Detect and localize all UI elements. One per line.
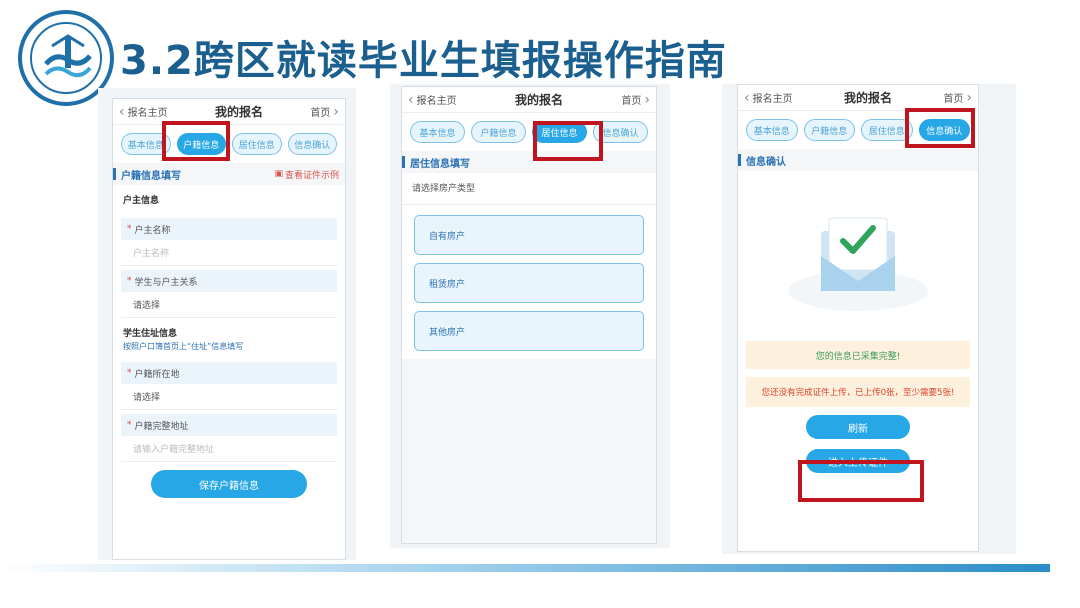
back-button[interactable]: ‹ 报名主页: [408, 91, 457, 108]
complete-message: 您的信息已采集完整!: [746, 341, 970, 369]
empty-area: [402, 359, 656, 543]
section-title: 户籍信息填写: [121, 170, 181, 182]
address-title: 学生住址信息: [123, 329, 178, 339]
highlight-box: [533, 121, 603, 161]
option-own-property[interactable]: 自有房产: [414, 215, 644, 255]
screen-household-info: ‹ 报名主页 我的报名 首页 › 基本信息 户籍信息 居住信息 信息确认 户籍信…: [112, 98, 346, 560]
sample-link-label: 查看证件示例: [284, 170, 339, 181]
field-label: * 户籍完整地址: [121, 414, 337, 436]
chevron-left-icon: ‹: [119, 103, 125, 120]
tab-household-info[interactable]: 户籍信息: [803, 119, 855, 141]
field-label: * 户主名称: [121, 218, 337, 240]
save-household-button[interactable]: 保存户籍信息: [151, 470, 307, 498]
back-button[interactable]: ‹ 报名主页: [744, 89, 793, 106]
property-type-prompt: 请选择房产类型: [402, 173, 656, 205]
screen-title: 我的报名: [214, 105, 263, 119]
household-location-select[interactable]: 请选择: [121, 384, 337, 410]
option-other-property[interactable]: 其他房产: [414, 311, 644, 351]
chevron-right-icon: ›: [333, 103, 339, 120]
highlight-box: [905, 108, 975, 148]
back-label: 报名主页: [127, 108, 168, 119]
home-label: 首页: [310, 108, 331, 119]
tab-bar: 基本信息 户籍信息 居住信息 信息确认: [402, 113, 656, 151]
address-note: 按照户口簿首页上“住址”信息填写: [123, 342, 244, 351]
home-button[interactable]: 首页 ›: [943, 89, 972, 106]
screen-residence-info: ‹ 报名主页 我的报名 首页 › 基本信息 户籍信息 居住信息 信息确认 居住信…: [401, 86, 657, 544]
relation-select[interactable]: 请选择: [121, 292, 337, 318]
id-card-icon: ▣: [274, 169, 283, 179]
section-title: 信息确认: [746, 156, 786, 168]
section-header: 户籍信息填写 ▣ 查看证件示例: [113, 163, 345, 185]
home-label: 首页: [943, 94, 964, 105]
tab-basic-info[interactable]: 基本信息: [410, 121, 465, 143]
section-title: 居住信息填写: [410, 158, 470, 170]
back-label: 报名主页: [752, 94, 793, 105]
tab-residence-info[interactable]: 居住信息: [232, 133, 282, 155]
chevron-right-icon: ›: [644, 91, 650, 108]
chevron-left-icon: ‹: [408, 91, 414, 108]
section-header: 信息确认: [738, 149, 978, 171]
household-head-title: 户主信息: [123, 196, 160, 206]
highlight-box: [798, 460, 924, 502]
tab-confirm-info[interactable]: 信息确认: [287, 133, 337, 155]
page-title: 3.2跨区就读毕业生填报操作指南: [120, 38, 727, 84]
chevron-right-icon: ›: [966, 89, 972, 106]
highlight-box: [162, 121, 230, 161]
home-button[interactable]: 首页 ›: [621, 91, 650, 108]
section-header: 居住信息填写: [402, 151, 656, 173]
screen-header: ‹ 报名主页 我的报名 首页 ›: [402, 87, 656, 113]
envelope-check-icon: [788, 217, 928, 311]
bottom-accent-bar: [0, 564, 1050, 572]
view-sample-link[interactable]: ▣ 查看证件示例: [274, 168, 339, 181]
envelope-area: [738, 171, 978, 341]
chevron-left-icon: ‹: [744, 89, 750, 106]
home-label: 首页: [621, 96, 642, 107]
tab-household-info[interactable]: 户籍信息: [471, 121, 526, 143]
household-address-input[interactable]: 请输入户籍完整地址: [121, 436, 337, 462]
field-label: * 户籍所在地: [121, 362, 337, 384]
household-head-name-input[interactable]: 户主名称: [121, 240, 337, 266]
upload-warning-message: 您还没有完成证件上传，已上传0张，至少需要5张!: [746, 377, 970, 407]
home-button[interactable]: 首页 ›: [310, 103, 339, 120]
back-button[interactable]: ‹ 报名主页: [119, 103, 168, 120]
tab-basic-info[interactable]: 基本信息: [746, 119, 798, 141]
option-rented-property[interactable]: 租赁房产: [414, 263, 644, 303]
screen-title: 我的报名: [514, 93, 563, 107]
refresh-button[interactable]: 刷新: [806, 415, 910, 439]
field-label: * 学生与户主关系: [121, 270, 337, 292]
back-label: 报名主页: [416, 96, 457, 107]
screen-title: 我的报名: [843, 91, 892, 105]
